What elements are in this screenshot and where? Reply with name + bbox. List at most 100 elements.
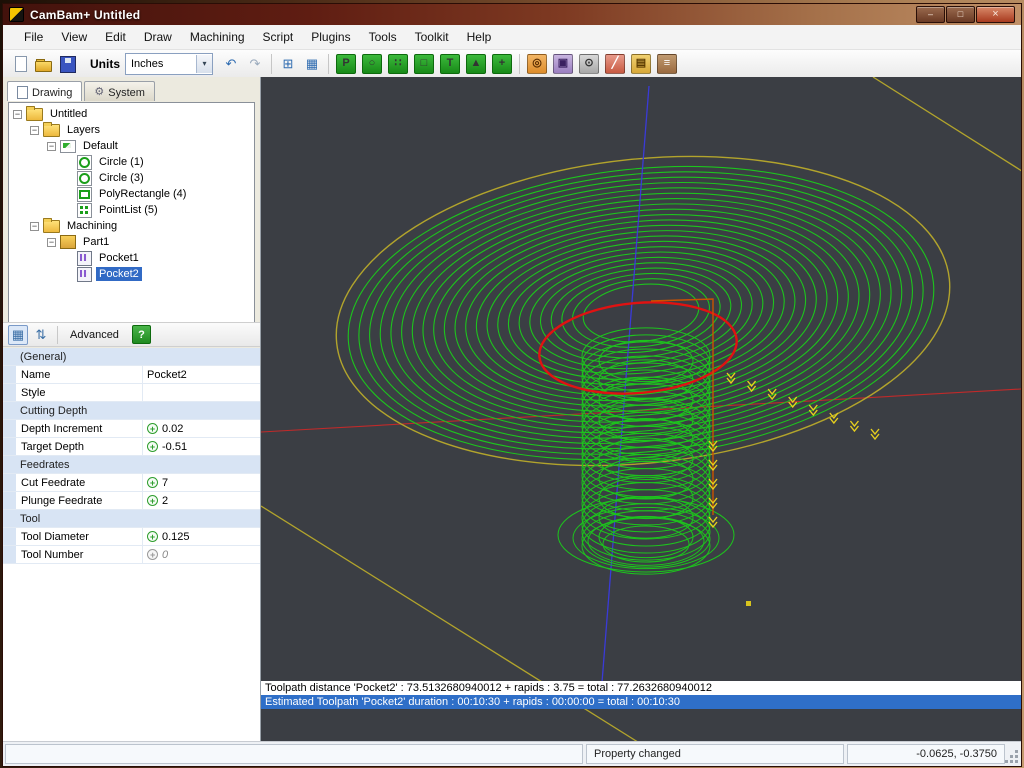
menu-item-plugins[interactable]: Plugins: [302, 26, 359, 48]
mop-pocket-button[interactable]: ▣: [553, 54, 573, 74]
prop-label[interactable]: Tool Diameter: [16, 528, 143, 545]
prop-category-feedrates[interactable]: Feedrates: [3, 456, 260, 474]
open-file-button[interactable]: [33, 53, 55, 75]
toolpath-duration-message: Estimated Toolpath 'Pocket2' duration : …: [261, 695, 1021, 709]
properties-advanced-button[interactable]: Advanced: [64, 327, 125, 343]
expand-plus-icon[interactable]: +: [147, 495, 158, 506]
tree-item-pocket1[interactable]: Pocket1: [9, 250, 254, 266]
expand-plus-icon[interactable]: +: [147, 423, 158, 434]
units-select[interactable]: Inches▾: [125, 53, 213, 75]
prop-label[interactable]: Cut Feedrate: [16, 474, 143, 491]
prop-category-tool[interactable]: Tool: [3, 510, 260, 528]
gcode-button[interactable]: ≡: [657, 54, 677, 74]
tab-system[interactable]: ⚙System: [84, 81, 155, 101]
mop-engrave-button[interactable]: ╱: [605, 54, 625, 74]
tree-collapse-icon[interactable]: −: [30, 222, 39, 231]
tree-collapse-icon[interactable]: −: [13, 110, 22, 119]
menu-item-script[interactable]: Script: [254, 26, 303, 48]
prop-label[interactable]: Style: [16, 384, 143, 401]
prop-value[interactable]: +0.02: [143, 420, 260, 437]
resize-grip[interactable]: [1006, 751, 1019, 764]
expand-plus-icon[interactable]: +: [147, 477, 158, 488]
prop-label[interactable]: Plunge Feedrate: [16, 492, 143, 509]
properties-sort-button[interactable]: ⇅: [31, 325, 51, 345]
layer-icon: [60, 140, 76, 153]
menu-item-machining[interactable]: Machining: [181, 26, 254, 48]
tree-item-untitled[interactable]: −Untitled: [9, 106, 254, 122]
mop-pocket-icon: ▣: [558, 58, 568, 69]
prop-value[interactable]: +-0.51: [143, 438, 260, 455]
menu-item-toolkit[interactable]: Toolkit: [406, 26, 458, 48]
menu-item-view[interactable]: View: [52, 26, 96, 48]
draw-circle-button[interactable]: ○: [362, 54, 382, 74]
undo-button[interactable]: ↶: [220, 53, 242, 75]
properties-toolbar: ▦ ⇅ Advanced ?: [3, 322, 260, 347]
close-button[interactable]: ×: [976, 6, 1015, 23]
draw-polyline-button[interactable]: P: [336, 54, 356, 74]
prop-value[interactable]: Pocket2: [143, 366, 260, 383]
tab-label: System: [108, 87, 145, 99]
menu-item-edit[interactable]: Edit: [96, 26, 135, 48]
tree-item-machining[interactable]: −Machining: [9, 218, 254, 234]
tree-item-polyrectangle-4[interactable]: PolyRectangle (4): [9, 186, 254, 202]
snap-grid-button[interactable]: ▦: [301, 53, 323, 75]
units-value: Inches: [126, 58, 196, 70]
points-icon: [77, 203, 92, 218]
dropdown-arrow-icon[interactable]: ▾: [196, 55, 212, 73]
viewport[interactable]: Toolpath distance 'Pocket2' : 73.5132680…: [261, 77, 1021, 741]
save-file-button[interactable]: [57, 53, 79, 75]
viewport-canvas[interactable]: [261, 77, 1021, 741]
tree-item-part1[interactable]: −Part1: [9, 234, 254, 250]
tree-item-pocket2[interactable]: Pocket2: [9, 266, 254, 282]
prop-value[interactable]: +0.125: [143, 528, 260, 545]
tree-item-label: PointList (5): [96, 203, 161, 217]
titlebar: CamBam+ Untitled – □ ×: [3, 4, 1021, 25]
grid-toggle-button[interactable]: ⊞: [277, 53, 299, 75]
tree-collapse-icon[interactable]: −: [30, 126, 39, 135]
folder-icon: [43, 124, 60, 137]
prop-label[interactable]: Name: [16, 366, 143, 383]
prop-label[interactable]: Target Depth: [16, 438, 143, 455]
prop-value-text: Pocket2: [147, 369, 187, 381]
expand-plus-icon[interactable]: +: [147, 549, 158, 560]
tree-collapse-icon[interactable]: −: [47, 142, 56, 151]
mop-drill-button[interactable]: ⊙: [579, 54, 599, 74]
prop-value[interactable]: +2: [143, 492, 260, 509]
draw-pointlist-button[interactable]: ∷: [388, 54, 408, 74]
prop-label[interactable]: Depth Increment: [16, 420, 143, 437]
prop-label[interactable]: Tool Number: [16, 546, 143, 563]
menu-item-help[interactable]: Help: [458, 26, 501, 48]
tree-item-pointlist-5[interactable]: PointList (5): [9, 202, 254, 218]
prop-value[interactable]: +0: [143, 546, 260, 563]
facing-toolpath-ring: [412, 183, 870, 442]
minimize-button[interactable]: –: [916, 6, 945, 23]
tree-item-label: Pocket1: [96, 251, 142, 265]
prop-value[interactable]: +7: [143, 474, 260, 491]
menu-item-draw[interactable]: Draw: [135, 26, 181, 48]
mop-profile-button[interactable]: ◎: [527, 54, 547, 74]
tree-item-circle-1[interactable]: Circle (1): [9, 154, 254, 170]
maximize-button[interactable]: □: [946, 6, 975, 23]
expand-plus-icon[interactable]: +: [147, 531, 158, 542]
draw-surface-button[interactable]: ▲: [466, 54, 486, 74]
draw-region-button[interactable]: +: [492, 54, 512, 74]
prop-value-text: 2: [162, 495, 168, 507]
properties-categorized-button[interactable]: ▦: [8, 325, 28, 345]
draw-text-button[interactable]: T: [440, 54, 460, 74]
redo-button[interactable]: ↷: [244, 53, 266, 75]
tree-collapse-icon[interactable]: −: [47, 238, 56, 247]
tree-item-default[interactable]: −Default: [9, 138, 254, 154]
tree-item-layers[interactable]: −Layers: [9, 122, 254, 138]
menu-item-tools[interactable]: Tools: [360, 26, 406, 48]
draw-rectangle-button[interactable]: □: [414, 54, 434, 74]
properties-help-button[interactable]: ?: [132, 325, 151, 344]
prop-category-cutting-depth[interactable]: Cutting Depth: [3, 402, 260, 420]
menu-item-file[interactable]: File: [15, 26, 52, 48]
tree-item-circle-3[interactable]: Circle (3): [9, 170, 254, 186]
prop-value[interactable]: [143, 384, 260, 401]
new-file-button[interactable]: [9, 53, 31, 75]
tab-drawing[interactable]: Drawing: [7, 81, 82, 101]
expand-plus-icon[interactable]: +: [147, 441, 158, 452]
mop-3d-profile-button[interactable]: ▤: [631, 54, 651, 74]
prop-category-general[interactable]: (General): [3, 348, 260, 366]
